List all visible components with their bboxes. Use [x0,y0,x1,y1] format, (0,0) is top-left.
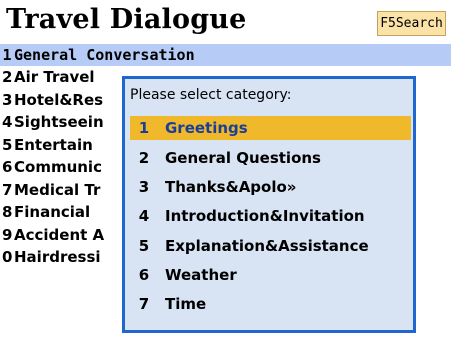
menu-item-label: Medical Tr [14,181,101,199]
menu-item-label: Hotel&Res [14,91,104,109]
menu-item-number: 1 [2,46,12,64]
menu-item-number: 9 [2,226,13,244]
menu-item-number: 8 [2,203,13,221]
popup-item-number: 3 [138,178,150,196]
menu-item-label: Entertain [14,136,93,154]
menu-item-number: 0 [2,248,13,266]
popup-header: Please select category: [130,87,292,103]
travel-dialogue-screen: Travel Dialogue F5Search 1 General Conve… [0,0,451,344]
popup-item-number: 1 [138,119,150,137]
menu-item-label: Communic [14,158,102,176]
popup-item-weather[interactable]: 6 Weather [130,263,411,287]
menu-item-label: Hairdressi [14,248,101,266]
popup-item-time[interactable]: 7 Time [130,292,411,316]
popup-item-explanation-assistance[interactable]: 5 Explanation&Assistance [130,234,411,258]
popup-item-number: 7 [138,295,150,313]
popup-item-label: Introduction&Invitation [165,207,365,225]
popup-item-general-questions[interactable]: 2 General Questions [130,146,411,170]
popup-item-number: 4 [138,207,150,225]
popup-item-label: Explanation&Assistance [165,237,369,255]
menu-item-number: 2 [2,68,13,86]
menu-item-label: Sightseein [14,113,104,131]
popup-item-introduction-invitation[interactable]: 4 Introduction&Invitation [130,204,411,228]
menu-item-number: 4 [2,113,13,131]
popup-item-label: Thanks&Apolo» [165,178,297,196]
menu-item-number: 6 [2,158,13,176]
menu-item-label: Accident A [14,226,105,244]
category-select-popup[interactable]: Please select category: 1 Greetings 2 Ge… [122,76,416,333]
menu-item-label: Air Travel [14,68,95,86]
popup-item-label: Greetings [165,119,248,137]
menu-item-general-conversation[interactable]: 1 General Conversation [0,44,451,66]
menu-item-label: General Conversation [14,46,195,64]
popup-item-thanks-apologies[interactable]: 3 Thanks&Apolo» [130,175,411,199]
menu-item-number: 7 [2,181,13,199]
popup-item-number: 2 [138,149,150,167]
menu-item-number: 5 [2,136,13,154]
popup-item-label: Time [165,295,207,313]
popup-item-label: Weather [165,266,237,284]
popup-item-greetings[interactable]: 1 Greetings [130,116,411,140]
popup-item-label: General Questions [165,149,321,167]
menu-item-label: Financial [14,203,91,221]
popup-item-number: 5 [138,237,150,255]
menu-item-number: 3 [2,91,13,109]
popup-item-number: 6 [138,266,150,284]
